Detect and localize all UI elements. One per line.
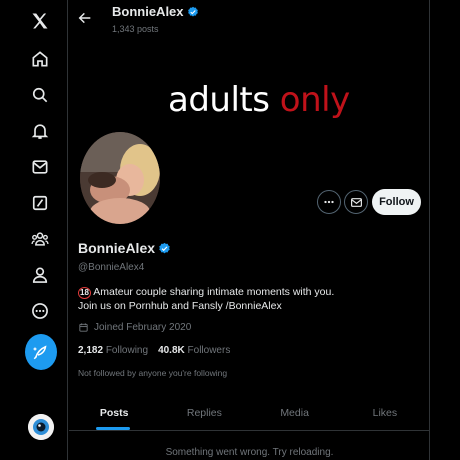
messages-icon[interactable] [27,154,53,180]
bio-line-1-text: Amateur couple sharing intimate moments … [93,286,335,298]
account-avatar[interactable] [28,414,54,440]
followers-count: 40.8K [158,345,185,356]
banner-text: adults only [168,80,350,120]
bio-line-2: Join us on Pornhub and Fansly /BonnieAle… [78,300,282,312]
following-link[interactable]: 2,182 Following [78,345,148,356]
home-icon[interactable] [27,46,53,72]
banner-word-only: only [279,80,350,120]
header-account-name: BonnieAlex [112,4,199,19]
left-sidebar [0,0,68,460]
verified-badge-icon [187,6,198,16]
not-followed-notice: Not followed by anyone you're following [78,368,228,378]
more-dots-icon [324,200,334,204]
followers-link[interactable]: 40.8K Followers [158,345,230,356]
header-name-text: BonnieAlex [112,4,184,19]
handle: @BonnieAlex4 [78,262,145,273]
display-name: BonnieAlex [78,240,171,256]
error-message: Something went wrong. Try reloading. [165,447,334,458]
joined-text: Joined February 2020 [94,322,192,333]
joined-date: Joined February 2020 [78,322,191,333]
notifications-icon[interactable] [27,118,53,144]
calendar-icon [79,323,88,332]
followers-label: Followers [187,345,231,356]
adult-18-badge: 18 [78,287,91,299]
follow-button[interactable]: Follow [372,189,421,215]
x-logo-icon[interactable] [27,8,53,34]
tab-replies[interactable]: Replies [159,396,249,430]
search-icon[interactable] [27,82,53,108]
communities-icon[interactable] [27,226,53,252]
compose-post-button[interactable] [25,334,57,370]
profile-header-bar: BonnieAlex 1,343 posts [69,0,429,42]
profile-icon[interactable] [27,262,53,288]
more-icon[interactable] [27,298,53,324]
more-options-button[interactable] [317,190,341,214]
back-arrow-icon[interactable] [77,10,93,26]
tab-posts[interactable]: Posts [69,396,159,430]
following-label: Following [105,345,149,356]
compose-post-icon [33,345,47,360]
banner-word-adults: adults [168,80,270,120]
profile-avatar[interactable] [78,130,162,226]
follow-stats: 2,182 Following 40.8K Followers [78,345,230,356]
bio-line-1: 18 Amateur couple sharing intimate momen… [78,285,334,299]
post-count: 1,343 posts [112,24,159,34]
display-name-text: BonnieAlex [78,240,156,256]
profile-tabs: Posts Replies Media Likes [69,396,429,431]
bio: 18 Amateur couple sharing intimate momen… [78,285,334,313]
tab-media[interactable]: Media [250,396,340,430]
grok-icon[interactable] [27,190,53,216]
message-button[interactable] [344,190,368,214]
verified-badge-icon[interactable] [158,242,171,255]
tab-likes[interactable]: Likes [340,396,429,430]
envelope-icon [350,197,362,207]
profile-column: BonnieAlex 1,343 posts adults only Follo… [69,0,430,460]
following-count: 2,182 [78,345,104,356]
